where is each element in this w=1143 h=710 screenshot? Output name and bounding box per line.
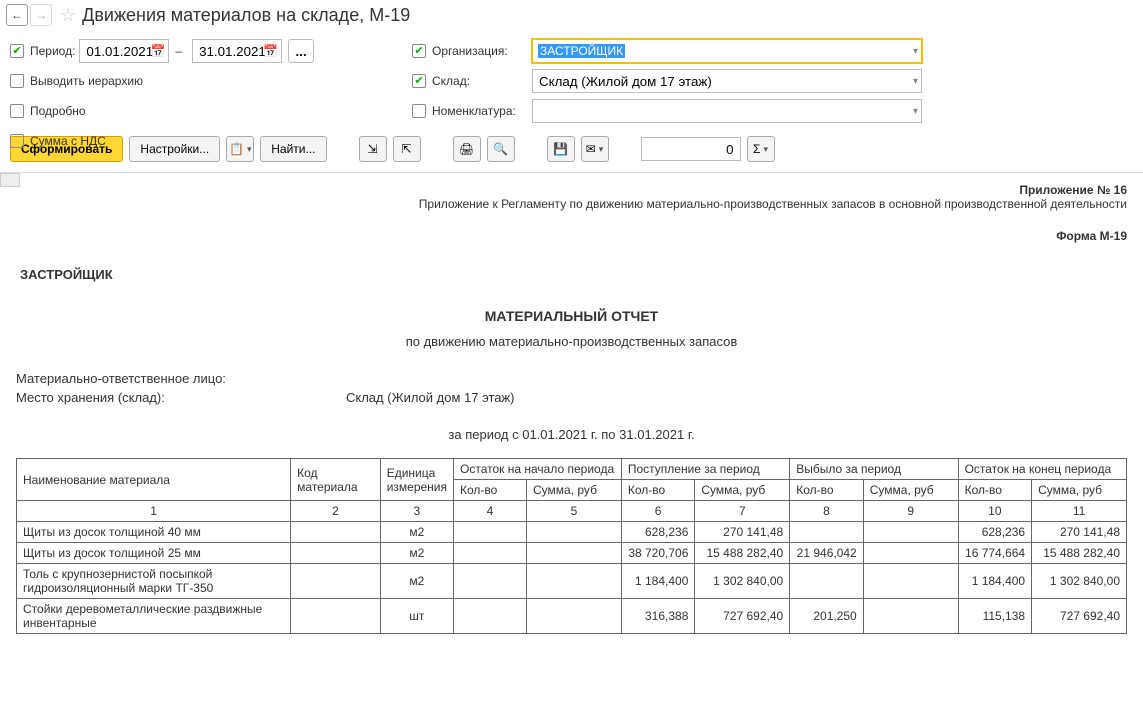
detailed-checkbox[interactable] [10,104,24,118]
table-row: Щиты из досок толщиной 25 ммм238 720,706… [17,543,1127,564]
sigma-button[interactable]: Σ▾ [747,136,775,162]
sum-vat-checkbox[interactable] [10,134,24,148]
date-separator: – [175,44,182,58]
collapse-button[interactable]: ⇱ [393,136,421,162]
org-combo[interactable]: ЗАСТРОЙЩИК ▾ [532,39,922,63]
col-end: Остаток на конец периода [958,459,1126,480]
attachment-no: Приложение № 16 [1019,183,1127,197]
favorite-star-icon[interactable]: ☆ [60,5,76,26]
col-qty: Кол-во [454,480,527,501]
sum-vat-label: Сумма с НДС [30,134,106,148]
print-button[interactable]: 🖨 [453,136,481,162]
period-text: за период с 01.01.2021 г. по 31.01.2021 … [16,427,1127,442]
period-checkbox[interactable] [10,44,24,58]
sum-input[interactable] [641,137,741,161]
period-picker-button[interactable]: ... [288,39,314,63]
report-org: ЗАСТРОЙЩИК [20,267,1127,282]
date-to-input[interactable] [192,39,282,63]
nomenclature-checkbox[interactable] [412,104,426,118]
detailed-label: Подробно [30,104,86,118]
hierarchy-checkbox[interactable] [10,74,24,88]
col-out: Выбыло за период [790,459,958,480]
save-button[interactable]: 💾 [547,136,575,162]
table-row: Толь с крупнозернистой посыпкой гидроизо… [17,564,1127,599]
report-subheading: по движению материально-производственных… [16,334,1127,349]
page-title: Движения материалов на складе, М-19 [82,5,410,26]
storage-value: Склад (Жилой дом 17 этаж) [346,390,515,405]
form-no: Форма М-19 [16,229,1127,243]
col-unit: Единица измерения [380,459,453,501]
col-start: Остаток на начало периода [454,459,622,480]
hierarchy-label: Выводить иерархию [30,74,143,88]
expand-button[interactable]: ⇲ [359,136,387,162]
report-heading: МАТЕРИАЛЬНЫЙ ОТЧЕТ [16,308,1127,324]
col-sum: Сумма, руб [695,480,790,501]
nomenclature-combo[interactable]: ▾ [532,99,922,123]
org-checkbox[interactable] [412,44,426,58]
collapse-strip[interactable] [0,173,20,187]
col-qty: Кол-во [621,480,695,501]
period-label: Период: [30,44,75,58]
storage-label: Место хранения (склад): [16,390,346,405]
col-code: Код материала [291,459,381,501]
date-from-input[interactable] [79,39,169,63]
dropdown-icon[interactable]: ▾ [913,46,918,57]
warehouse-combo[interactable]: ▾ [532,69,922,93]
warehouse-label: Склад: [432,74,532,88]
table-row: Щиты из досок толщиной 40 ммм2628,236270… [17,522,1127,543]
back-button[interactable]: ← [6,4,28,26]
email-button[interactable]: ✉▾ [581,136,609,162]
table-row: Стойки деревометаллические раздвижные ин… [17,599,1127,634]
warehouse-checkbox[interactable] [412,74,426,88]
org-label: Организация: [432,44,532,58]
preview-button[interactable]: 🔍 [487,136,515,162]
dropdown-icon[interactable]: ▾ [913,76,918,87]
forward-button[interactable]: → [30,4,52,26]
dropdown-icon[interactable]: ▾ [913,106,918,117]
col-in: Поступление за период [621,459,789,480]
nomenclature-label: Номенклатура: [432,104,532,118]
col-sum: Сумма, руб [527,480,622,501]
col-sum: Сумма, руб [863,480,958,501]
responsible-label: Материально-ответственное лицо: [16,371,346,386]
col-name: Наименование материала [17,459,291,501]
warehouse-input[interactable] [532,69,922,93]
col-sum: Сумма, руб [1032,480,1127,501]
col-qty: Кол-во [790,480,864,501]
attachment-text: Приложение к Регламенту по движению мате… [16,197,1127,211]
report-table: Наименование материала Код материала Еди… [16,458,1127,634]
org-input[interactable] [532,39,922,63]
nomenclature-input[interactable] [532,99,922,123]
col-qty: Кол-во [958,480,1032,501]
